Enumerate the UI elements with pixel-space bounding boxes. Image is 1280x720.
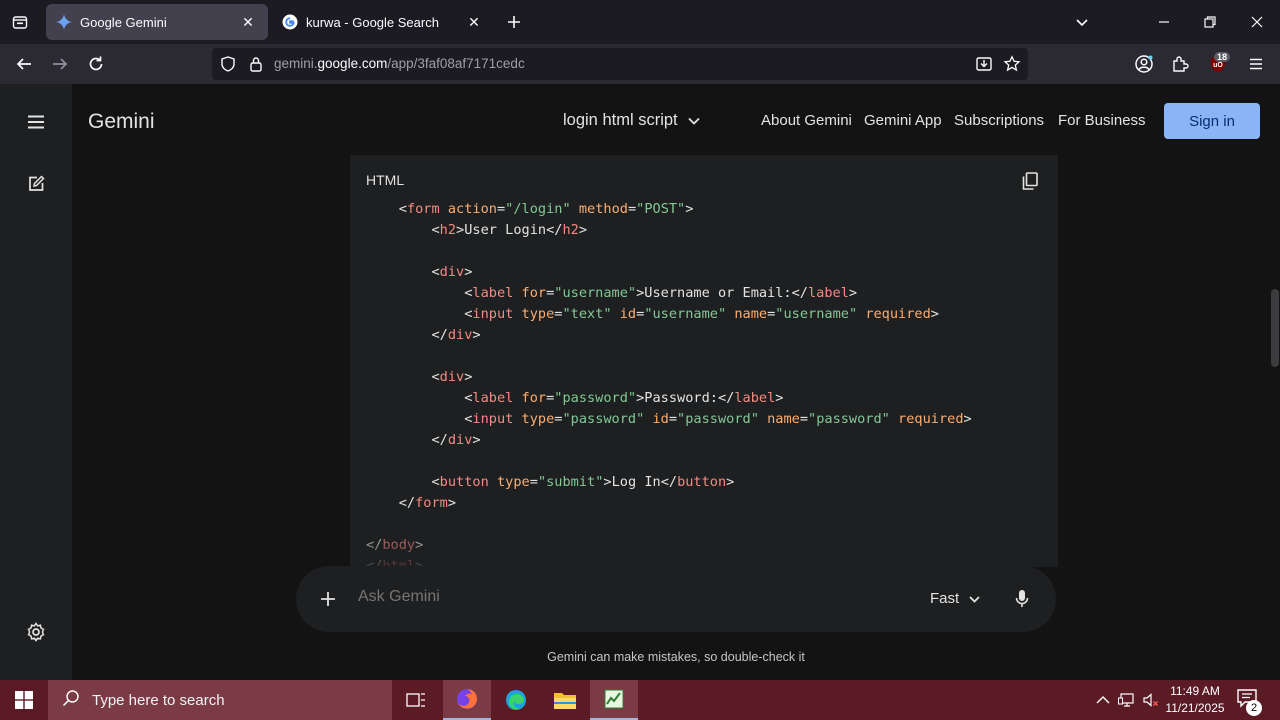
- microphone-icon[interactable]: [1010, 587, 1034, 611]
- windows-taskbar: Type here to search 11:49 AM 11/21/2025: [0, 680, 1280, 720]
- conversation-title: login html script: [563, 111, 678, 129]
- code-content[interactable]: <form action="/login" method="POST"> <h2…: [366, 199, 972, 567]
- lock-icon[interactable]: [246, 54, 266, 74]
- restore-icon[interactable]: [1198, 10, 1222, 34]
- search-icon: [62, 689, 80, 712]
- file-explorer-taskbar-icon[interactable]: [541, 680, 589, 720]
- code-line: <div>: [431, 369, 473, 385]
- download-page-icon[interactable]: [974, 54, 994, 74]
- taskbar-clock[interactable]: 11:49 AM 11/21/2025: [1160, 683, 1230, 717]
- taskbar-search-placeholder: Type here to search: [92, 691, 225, 709]
- edge-taskbar-icon[interactable]: [492, 680, 540, 720]
- task-view-icon[interactable]: [392, 680, 440, 720]
- close-window-icon[interactable]: [1245, 10, 1269, 34]
- code-line: <h2>User Login</h2>: [431, 222, 588, 238]
- copy-code-icon[interactable]: [1018, 169, 1042, 193]
- url-text[interactable]: gemini.google.com/app/3faf08af7171cedc: [274, 56, 525, 71]
- windows-start-icon[interactable]: [0, 680, 48, 720]
- gemini-icon: [56, 14, 72, 30]
- disclaimer-text: Gemini can make mistakes, so double-chec…: [547, 650, 805, 664]
- forward-icon[interactable]: [48, 52, 72, 76]
- code-line: </div>: [431, 432, 481, 448]
- settings-gear-icon[interactable]: [24, 620, 48, 644]
- new-tab-icon[interactable]: [502, 10, 526, 34]
- code-language-label: HTML: [366, 172, 405, 188]
- nav-gemini-app[interactable]: Gemini App: [864, 112, 942, 129]
- bookmark-star-icon[interactable]: [1002, 54, 1022, 74]
- account-icon[interactable]: [1132, 52, 1156, 76]
- shield-icon[interactable]: [218, 54, 238, 74]
- svg-text:uO: uO: [1213, 62, 1223, 69]
- google-icon: [282, 14, 298, 30]
- code-line: <button type="submit">Log In</button>: [431, 474, 735, 490]
- menu-icon[interactable]: [1244, 52, 1268, 76]
- new-chat-icon[interactable]: [24, 172, 48, 196]
- add-attachment-icon[interactable]: [316, 587, 340, 611]
- code-line: <label for="password">Password:</label>: [464, 390, 784, 406]
- prompt-input-box: Fast: [296, 566, 1056, 632]
- chevron-down-icon: [687, 111, 700, 130]
- minimize-icon[interactable]: [1152, 10, 1176, 34]
- code-block: HTML <form action="/login" method="POST"…: [350, 155, 1058, 567]
- code-line: <form action="/login" method="POST">: [398, 201, 694, 217]
- sign-in-button[interactable]: Sign in: [1164, 103, 1260, 139]
- browser-navbar: gemini.google.com/app/3faf08af7171cedc u…: [0, 44, 1280, 84]
- tab-google-search[interactable]: kurwa - Google Search ✕: [272, 4, 494, 40]
- ask-gemini-input[interactable]: [358, 588, 878, 606]
- model-mode-label: Fast: [930, 590, 960, 607]
- hamburger-menu-icon[interactable]: [24, 110, 48, 134]
- taskmgr-taskbar-icon[interactable]: [590, 680, 638, 720]
- close-tab-icon[interactable]: ✕: [238, 12, 258, 32]
- tab-list-icon[interactable]: [8, 10, 32, 34]
- side-rail: [0, 84, 72, 680]
- clock-time: 11:49 AM: [1170, 684, 1220, 698]
- gemini-logo-text[interactable]: Gemini: [88, 110, 155, 134]
- chevron-down-icon[interactable]: [1070, 10, 1094, 34]
- reload-icon[interactable]: [84, 52, 108, 76]
- code-line: <input type="text" id="username" name="u…: [464, 306, 939, 322]
- gemini-page: Gemini login html script About Gemini Ge…: [0, 84, 1280, 680]
- conversation-title-dropdown[interactable]: login html script: [563, 111, 700, 130]
- code-line: </div>: [431, 327, 481, 343]
- chevron-down-icon: [969, 590, 980, 607]
- tab-google-gemini[interactable]: Google Gemini ✕: [46, 4, 268, 40]
- chevron-up-icon[interactable]: [1093, 690, 1113, 710]
- back-icon[interactable]: [12, 52, 36, 76]
- code-line: <div>: [431, 264, 473, 280]
- code-fade-overlay: [350, 523, 1058, 567]
- browser-tab-strip: Google Gemini ✕ kurwa - Google Search ✕: [0, 0, 1280, 44]
- network-icon[interactable]: [1117, 690, 1137, 710]
- nav-subscriptions[interactable]: Subscriptions: [954, 112, 1044, 129]
- clock-date: 11/21/2025: [1165, 701, 1225, 715]
- url-bar[interactable]: gemini.google.com/app/3faf08af7171cedc: [212, 48, 1028, 80]
- taskbar-search-box[interactable]: Type here to search: [48, 680, 392, 720]
- code-line: </form>: [398, 495, 457, 511]
- close-tab-icon[interactable]: ✕: [464, 12, 484, 32]
- volume-muted-icon[interactable]: [1141, 690, 1161, 710]
- code-line: <label for="username">Username or Email:…: [464, 285, 858, 301]
- code-line: <input type="password" id="password" nam…: [464, 411, 972, 427]
- extensions-icon[interactable]: [1168, 52, 1192, 76]
- nav-about-gemini[interactable]: About Gemini: [761, 112, 852, 129]
- firefox-taskbar-icon[interactable]: [443, 680, 491, 720]
- tab-title: Google Gemini: [80, 14, 167, 30]
- page-scrollbar[interactable]: [1271, 289, 1279, 367]
- extension-badge: 18: [1214, 52, 1231, 62]
- notification-count-badge: 2: [1246, 700, 1262, 716]
- model-mode-dropdown[interactable]: Fast: [930, 590, 980, 607]
- tab-title: kurwa - Google Search: [306, 14, 439, 30]
- nav-for-business[interactable]: For Business: [1058, 112, 1146, 129]
